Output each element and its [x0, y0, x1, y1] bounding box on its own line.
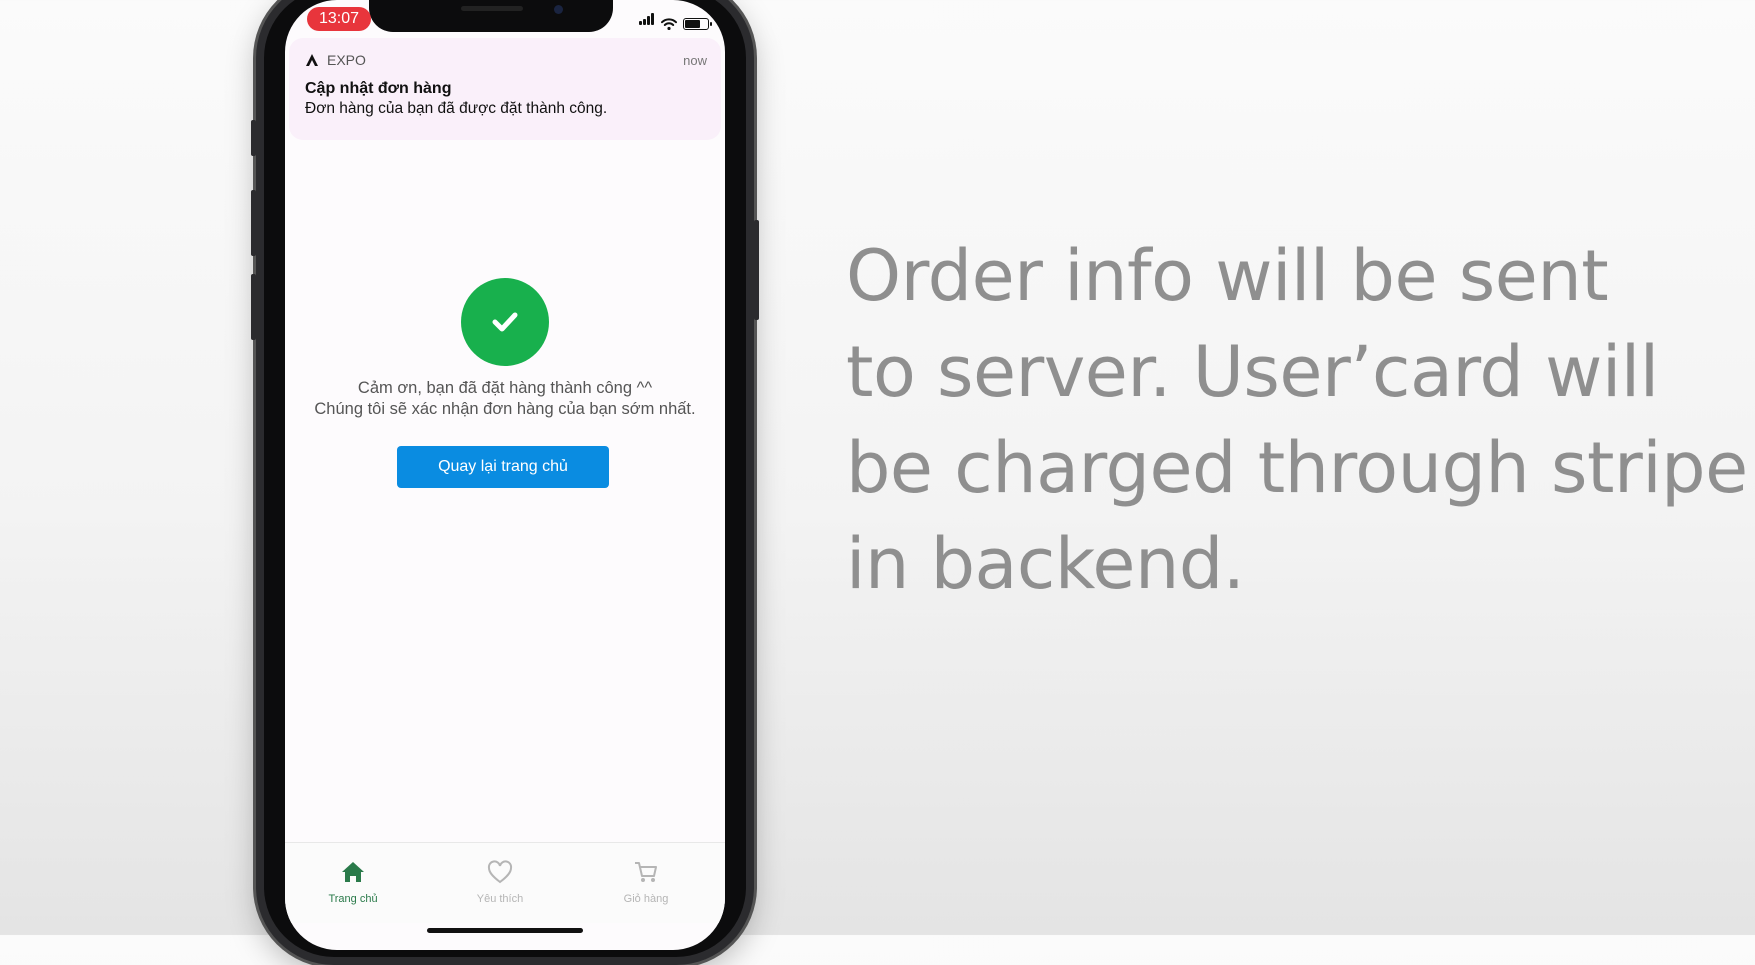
expo-logo-icon	[306, 54, 318, 66]
tab-favorites[interactable]: Yêu thích	[450, 843, 550, 923]
notification-app: EXPO	[305, 52, 366, 68]
status-icons	[639, 12, 712, 30]
cellular-signal-icon	[639, 12, 655, 30]
battery-icon	[683, 18, 712, 30]
silent-switch	[251, 120, 256, 156]
speaker-grille	[461, 6, 523, 11]
caption-line: to server. User’card will	[846, 331, 1659, 413]
notification-body: Đơn hàng của bạn đã được đặt thành công.	[305, 100, 608, 117]
cart-icon	[635, 862, 657, 882]
caption-line: in backend.	[846, 523, 1245, 605]
power-button	[754, 220, 759, 320]
status-time: 13:07	[307, 7, 371, 31]
back-to-home-button[interactable]: Quay lại trang chủ	[397, 446, 609, 488]
caption-line: Order info will be sent	[846, 235, 1609, 317]
phone-screen: 13:07 EXPO now Cập nhật đơn hàng Đơn hàn…	[285, 0, 725, 950]
tab-home-label: Trang chủ	[328, 893, 378, 905]
checkmark-icon	[492, 312, 518, 332]
home-indicator	[427, 928, 583, 933]
notch	[369, 0, 613, 32]
thank-you-message: Cảm ơn, bạn đã đặt hàng thành công ^^	[357, 379, 653, 397]
tab-cart[interactable]: Giỏ hàng	[596, 843, 696, 923]
caption-line: be charged through stripe	[846, 427, 1748, 509]
tab-home[interactable]: Trang chủ	[303, 843, 403, 923]
heart-icon	[487, 860, 513, 884]
volume-down-button	[251, 274, 256, 340]
phone-mockup: 13:07 EXPO now Cập nhật đơn hàng Đơn hàn…	[251, 0, 759, 965]
notification-time: now	[683, 53, 707, 68]
home-icon	[342, 862, 364, 882]
bottom-tab-bar: Trang chủ Yêu thích Giỏ hàng	[285, 842, 725, 923]
volume-up-button	[251, 190, 256, 256]
wifi-icon	[661, 18, 677, 30]
notification-app-name: EXPO	[327, 52, 366, 68]
confirmation-message: Chúng tôi sẽ xác nhận đơn hàng của bạn s…	[314, 400, 696, 418]
tab-cart-label: Giỏ hàng	[623, 893, 669, 905]
notification-title: Cập nhật đơn hàng	[305, 80, 452, 97]
caption-text: Order info will be sent to server. User’…	[846, 228, 1748, 612]
success-checkmark-badge	[461, 278, 549, 366]
push-notification[interactable]: EXPO now Cập nhật đơn hàng Đơn hàng của …	[289, 38, 721, 140]
tab-favorites-label: Yêu thích	[476, 893, 524, 905]
front-camera	[554, 5, 563, 14]
